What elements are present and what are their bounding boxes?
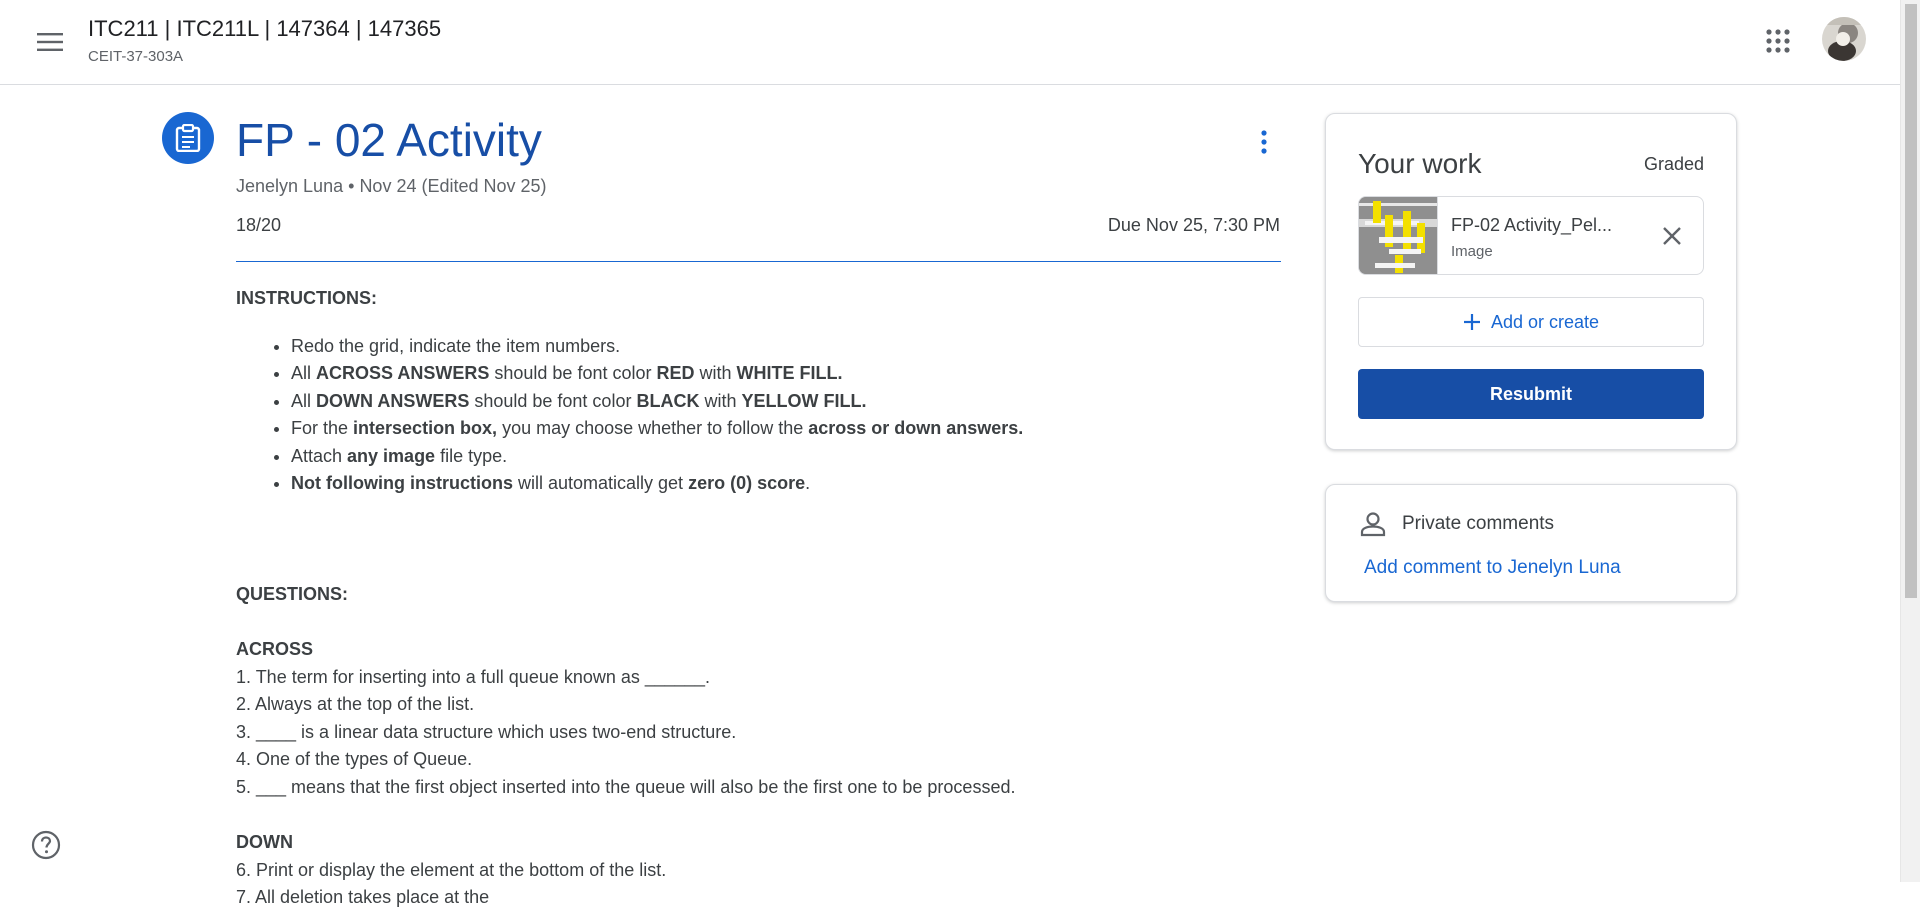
across-question: 5. ___ means that the first object inser… bbox=[236, 776, 1016, 797]
across-question: 1. The term for inserting into a full qu… bbox=[236, 666, 710, 687]
header-divider bbox=[236, 261, 1281, 262]
assignment-more-options-button[interactable] bbox=[1240, 118, 1288, 166]
assignment-description: INSTRUCTIONS: Redo the grid, indicate th… bbox=[236, 285, 1281, 912]
remove-attachment-button[interactable] bbox=[1649, 213, 1695, 259]
attachment-card[interactable]: FP-02 Activity_Pel... Image bbox=[1358, 196, 1704, 275]
private-comments-card: Private comments Add comment to Jenelyn … bbox=[1325, 484, 1737, 602]
more-vertical-icon bbox=[1261, 130, 1267, 154]
across-heading: ACROSS bbox=[236, 639, 314, 659]
assignment-clipboard-icon bbox=[175, 124, 201, 152]
resubmit-button[interactable]: Resubmit bbox=[1358, 369, 1704, 419]
down-question: 7. All deletion takes place at the bbox=[236, 887, 490, 907]
instruction-item: All DOWN ANSWERS should be font color BL… bbox=[291, 388, 1281, 416]
top-app-bar: ITC211 | ITC211L | 147364 | 147365 CEIT-… bbox=[0, 0, 1900, 85]
add-private-comment-link[interactable]: Add comment to Jenelyn Luna bbox=[1364, 557, 1621, 579]
add-or-create-button[interactable]: Add or create bbox=[1358, 297, 1704, 347]
questions-heading: QUESTIONS: bbox=[236, 583, 349, 604]
instructions-list: Redo the grid, indicate the item numbers… bbox=[236, 333, 1281, 498]
across-question: 3. ____ is a linear data structure which… bbox=[236, 721, 737, 742]
instruction-item: All ACROSS ANSWERS should be font color … bbox=[291, 360, 1281, 388]
google-apps-grid-icon bbox=[1766, 29, 1790, 53]
meta-separator: • bbox=[348, 176, 355, 196]
posted-date: Nov 24 (Edited Nov 25) bbox=[359, 176, 547, 196]
instruction-item: For the intersection box, you may choose… bbox=[291, 415, 1281, 443]
assignment-icon-badge bbox=[162, 112, 214, 164]
work-status-badge: Graded bbox=[1643, 154, 1704, 174]
instruction-item: Not following instructions will automati… bbox=[291, 470, 1281, 498]
down-heading: DOWN bbox=[236, 832, 293, 852]
help-button[interactable] bbox=[26, 825, 66, 865]
attachment-name[interactable]: FP-02 Activity_Pel... bbox=[1451, 215, 1641, 236]
assignment-score: 18/20 bbox=[236, 215, 282, 235]
close-icon bbox=[1663, 227, 1681, 245]
attachment-type: Image bbox=[1451, 243, 1493, 260]
due-date: Due Nov 25, 7:30 PM bbox=[1107, 215, 1280, 235]
assignment-title: FP - 02 Activity bbox=[236, 114, 542, 166]
your-work-title: Your work bbox=[1358, 148, 1482, 179]
main-menu-button[interactable] bbox=[26, 18, 74, 66]
instruction-item: Redo the grid, indicate the item numbers… bbox=[291, 333, 1281, 361]
scrollbar-thumb[interactable] bbox=[1905, 4, 1917, 598]
add-or-create-label: Add or create bbox=[1490, 311, 1600, 332]
person-outline-icon bbox=[1360, 511, 1386, 542]
crossword-image-thumbnail bbox=[1359, 197, 1437, 274]
plus-icon bbox=[1463, 313, 1481, 331]
assignment-meta: Jenelyn Luna • Nov 24 (Edited Nov 25) bbox=[236, 176, 547, 197]
attachment-thumbnail bbox=[1359, 197, 1438, 274]
across-question: 4. One of the types of Queue. bbox=[236, 749, 473, 769]
down-question: 6. Print or display the element at the b… bbox=[236, 859, 667, 880]
help-circle-icon bbox=[31, 830, 61, 860]
across-question: 2. Always at the top of the list. bbox=[236, 694, 475, 714]
instruction-item: Attach any image file type. bbox=[291, 443, 1281, 471]
google-apps-button[interactable] bbox=[1754, 17, 1802, 65]
hamburger-menu-icon bbox=[37, 33, 63, 51]
user-avatar-image bbox=[1822, 17, 1866, 61]
your-work-card: Your work Graded FP-02 Activity_Pel... I… bbox=[1325, 113, 1737, 450]
instructions-heading: INSTRUCTIONS: bbox=[236, 288, 377, 308]
class-title[interactable]: ITC211 | ITC211L | 147364 | 147365 bbox=[88, 16, 441, 42]
private-comments-title: Private comments bbox=[1402, 513, 1555, 534]
page-scrollbar[interactable] bbox=[1900, 0, 1920, 882]
account-avatar[interactable] bbox=[1822, 17, 1866, 61]
class-section: CEIT-37-303A bbox=[88, 48, 184, 65]
author-name: Jenelyn Luna bbox=[236, 176, 344, 196]
